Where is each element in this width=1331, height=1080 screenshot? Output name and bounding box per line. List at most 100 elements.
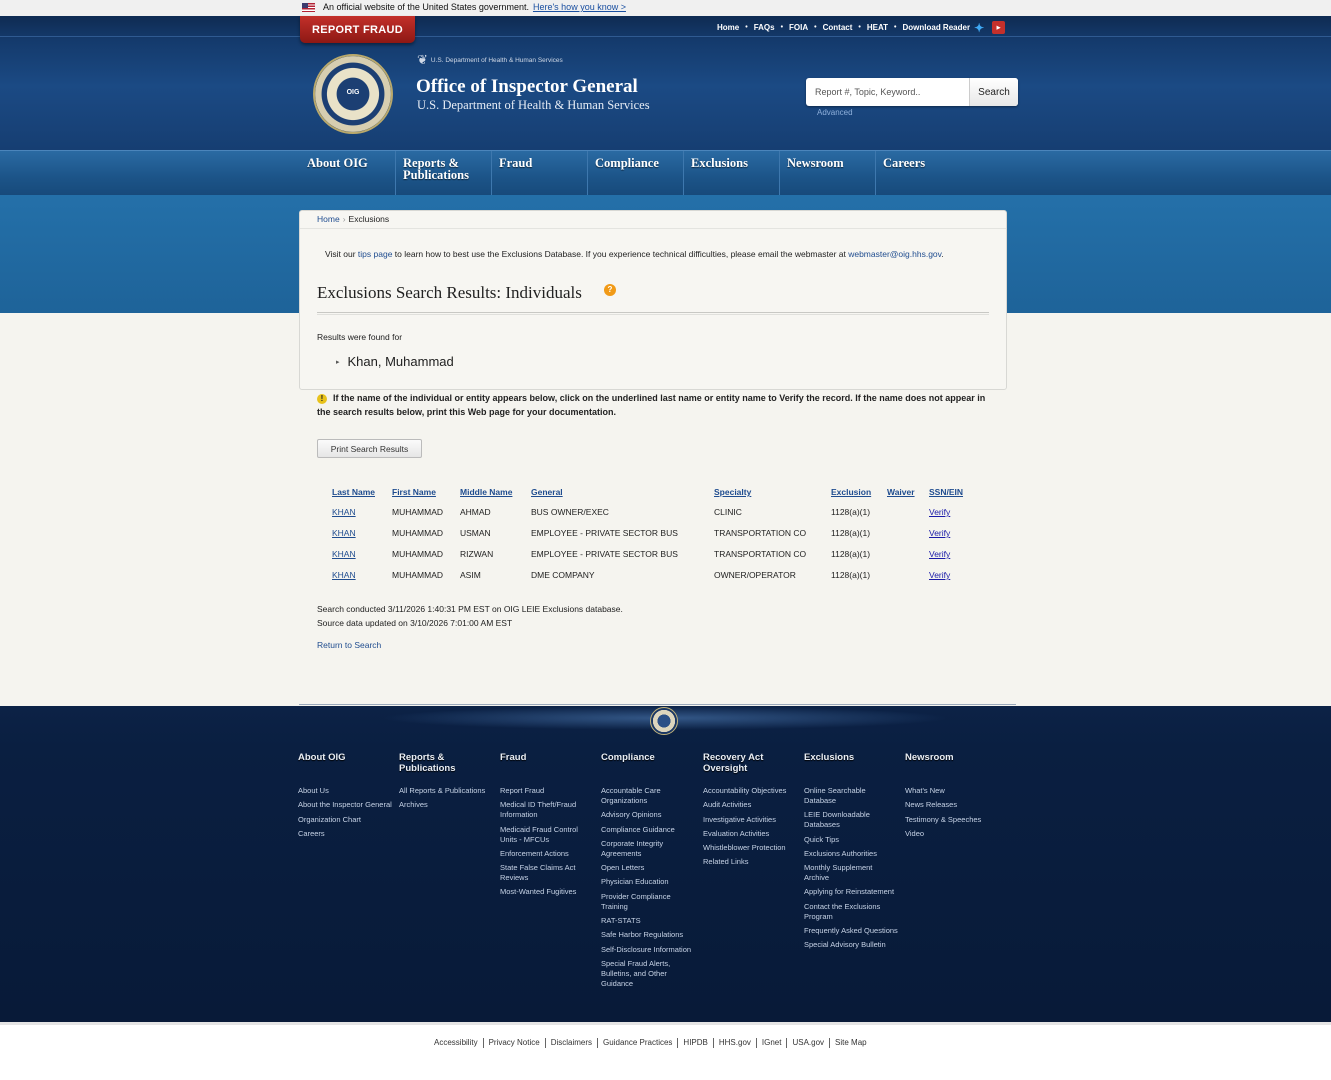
footer-link[interactable]: Most-Wanted Fugitives — [500, 887, 595, 897]
footer-link[interactable]: RAT-STATS — [601, 916, 696, 926]
footer-link[interactable]: Related Links — [703, 857, 798, 867]
bottom-link-disclaimers[interactable]: Disclaimers — [544, 1038, 597, 1048]
bottom-link-usa-gov[interactable]: USA.gov — [786, 1038, 829, 1048]
footer-link[interactable]: Accountable Care Organizations — [601, 786, 696, 806]
footer-link[interactable]: Advisory Opinions — [601, 810, 696, 820]
last-name-link[interactable]: KHAN — [332, 570, 356, 580]
bottom-link-privacy-notice[interactable]: Privacy Notice — [482, 1038, 545, 1048]
footer-link[interactable]: Frequently Asked Questions — [804, 926, 899, 936]
toplink-foia[interactable]: FOIA — [789, 23, 808, 32]
bottom-link-accessibility[interactable]: Accessibility — [434, 1038, 483, 1048]
footer-link[interactable]: Self-Disclosure Information — [601, 945, 696, 955]
col-waiver[interactable]: Waiver — [887, 487, 915, 497]
twitter-icon[interactable]: ✦ — [974, 22, 988, 34]
first-name-cell: MUHAMMAD — [392, 570, 443, 580]
toplink-home[interactable]: Home — [717, 23, 739, 32]
footer-link[interactable]: Safe Harbor Regulations — [601, 930, 696, 940]
last-name-link[interactable]: KHAN — [332, 507, 356, 517]
footer-link[interactable]: Open Letters — [601, 863, 696, 873]
bottom-link-site-map[interactable]: Site Map — [829, 1038, 872, 1048]
site-title[interactable]: Office of Inspector General — [416, 76, 638, 98]
footer-link[interactable]: Organization Chart — [298, 815, 393, 825]
webmaster-email-link[interactable]: webmaster@oig.hhs.gov — [848, 249, 941, 259]
nav-reports-publications[interactable]: Reports & Publications — [396, 151, 492, 195]
footer-link[interactable]: Special Advisory Bulletin — [804, 940, 899, 950]
footer-link[interactable]: News Releases — [905, 800, 1000, 810]
footer-link[interactable]: Quick Tips — [804, 835, 899, 845]
nav-compliance[interactable]: Compliance — [588, 151, 684, 195]
col-last-name[interactable]: Last Name — [332, 487, 375, 497]
nav-newsroom[interactable]: Newsroom — [780, 151, 876, 195]
bottom-link-hhs-gov[interactable]: HHS.gov — [712, 1038, 756, 1048]
nav-fraud[interactable]: Fraud — [492, 151, 588, 195]
report-fraud-button[interactable]: REPORT FRAUD — [300, 16, 415, 43]
footer-link[interactable]: Evaluation Activities — [703, 829, 798, 839]
tips-page-link[interactable]: tips page — [358, 249, 393, 259]
footer-link[interactable]: Whistleblower Protection — [703, 843, 798, 853]
footer-link[interactable]: State False Claims Act Reviews — [500, 863, 595, 883]
footer-link[interactable]: Physician Education — [601, 877, 696, 887]
footer-link[interactable]: Compliance Guidance — [601, 825, 696, 835]
verify-link[interactable]: Verify — [929, 549, 950, 559]
youtube-icon[interactable]: ▶ — [992, 21, 1006, 34]
col-middle-name[interactable]: Middle Name — [460, 487, 512, 497]
tips-middle: to learn how to best use the Exclusions … — [392, 249, 849, 259]
verify-link[interactable]: Verify — [929, 507, 950, 517]
col-first-name[interactable]: First Name — [392, 487, 436, 497]
nav-careers[interactable]: Careers — [876, 151, 972, 195]
footer-link[interactable]: Medicaid Fraud Control Units - MFCUs — [500, 825, 595, 845]
toplink-download-reader[interactable]: Download Reader — [902, 23, 970, 32]
col-ssn-ein[interactable]: SSN/EIN — [929, 487, 963, 497]
table-row: KHAN MUHAMMAD RIZWAN EMPLOYEE - PRIVATE … — [332, 549, 982, 563]
col-specialty[interactable]: Specialty — [714, 487, 751, 497]
col-general[interactable]: General — [531, 487, 563, 497]
footer-link[interactable]: Audit Activities — [703, 800, 798, 810]
footer-link[interactable]: What's New — [905, 786, 1000, 796]
footer-link[interactable]: Provider Compliance Training — [601, 892, 696, 912]
return-to-search-link[interactable]: Return to Search — [317, 640, 381, 650]
heres-how-you-know-link[interactable]: Here's how you know > — [533, 2, 626, 12]
col-exclusion[interactable]: Exclusion — [831, 487, 871, 497]
footer-link[interactable]: Careers — [298, 829, 393, 839]
footer-link[interactable]: Special Fraud Alerts, Bulletins, and Oth… — [601, 959, 696, 989]
search-meta: Search conducted 3/11/2026 1:40:31 PM ES… — [317, 602, 623, 630]
footer-link[interactable]: Testimony & Speeches — [905, 815, 1000, 825]
bottom-link-ignet[interactable]: IGnet — [755, 1038, 787, 1048]
footer-link[interactable]: All Reports & Publications — [399, 786, 494, 796]
footer-link[interactable]: Monthly Supplement Archive — [804, 863, 899, 883]
verify-link[interactable]: Verify — [929, 528, 950, 538]
last-name-link[interactable]: KHAN — [332, 528, 356, 538]
footer-link[interactable]: Report Fraud — [500, 786, 595, 796]
toplink-contact[interactable]: Contact — [823, 23, 853, 32]
search-input[interactable] — [806, 78, 968, 106]
advanced-search-link[interactable]: Advanced — [817, 108, 853, 117]
bottom-link-guidance-practices[interactable]: Guidance Practices — [597, 1038, 677, 1048]
footer-link[interactable]: Accountability Objectives — [703, 786, 798, 796]
footer-link[interactable]: Exclusions Authorities — [804, 849, 899, 859]
nav-about-oig[interactable]: About OIG — [300, 151, 396, 195]
footer-link[interactable]: Enforcement Actions — [500, 849, 595, 859]
footer-link[interactable]: Applying for Reinstatement — [804, 887, 899, 897]
footer-link[interactable]: About the Inspector General — [298, 800, 393, 810]
footer-link[interactable]: Archives — [399, 800, 494, 810]
help-icon[interactable]: ? — [604, 284, 616, 296]
toplink-faqs[interactable]: FAQs — [754, 23, 775, 32]
bottom-link-hipdb[interactable]: HIPDB — [677, 1038, 712, 1048]
footer-link[interactable]: Medical ID Theft/Fraud Information — [500, 800, 595, 820]
footer-link[interactable]: LEIE Downloadable Databases — [804, 810, 899, 830]
last-name-link[interactable]: KHAN — [332, 549, 356, 559]
nav-exclusions[interactable]: Exclusions — [684, 151, 780, 195]
footer-link[interactable]: Online Searchable Database — [804, 786, 899, 806]
footer-link[interactable]: Corporate Integrity Agreements — [601, 839, 696, 859]
verify-link[interactable]: Verify — [929, 570, 950, 580]
footer-link[interactable]: Investigative Activities — [703, 815, 798, 825]
dept-small-text: U.S. Department of Health & Human Servic… — [430, 56, 563, 64]
footer-link[interactable]: About Us — [298, 786, 393, 796]
toplink-heat[interactable]: HEAT — [867, 23, 888, 32]
footer-link[interactable]: Contact the Exclusions Program — [804, 902, 899, 922]
footer-link[interactable]: Video — [905, 829, 1000, 839]
print-search-results-button[interactable]: Print Search Results — [317, 439, 422, 458]
search-button[interactable]: Search — [969, 78, 1018, 106]
breadcrumb-home[interactable]: Home — [317, 214, 340, 224]
oig-seal-logo[interactable]: OIG — [313, 54, 393, 134]
